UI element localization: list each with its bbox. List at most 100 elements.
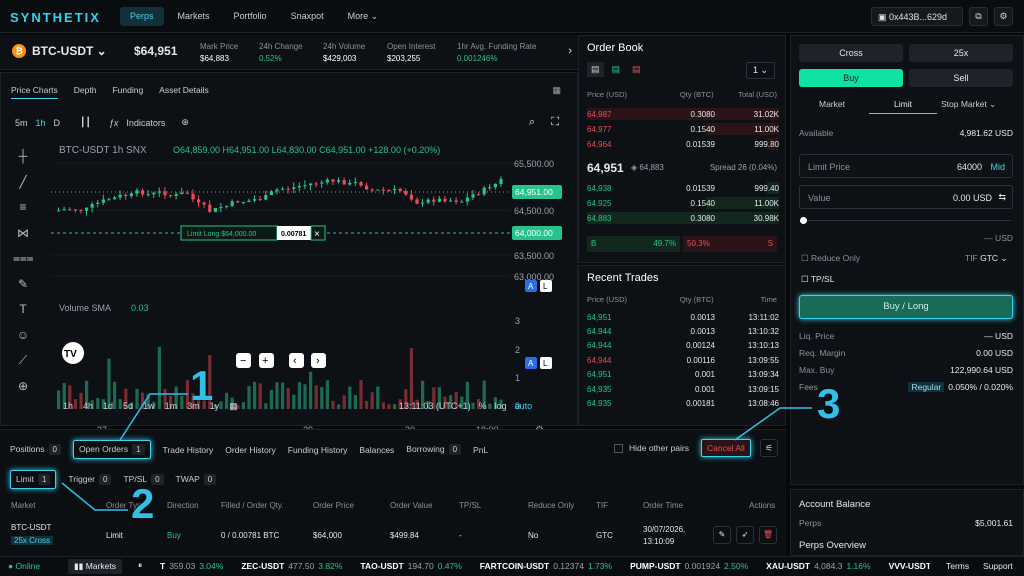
book-both-icon[interactable]: ▤ — [587, 62, 604, 77]
tab-trade-history[interactable]: Trade History — [163, 445, 214, 455]
book-group-select[interactable]: 1 ⌄ — [745, 62, 775, 79]
edit-icon[interactable]: ✎ — [713, 526, 731, 544]
mid-button[interactable]: Mid — [990, 162, 1005, 172]
type-limit[interactable]: Limit — [869, 99, 937, 114]
subtab-twap[interactable]: TWAP 0 — [176, 474, 217, 485]
book-bids-icon[interactable]: ▤ — [608, 62, 625, 77]
buy-long-button[interactable]: Buy / Long — [799, 295, 1013, 319]
fx-icon[interactable]: ƒx — [109, 118, 119, 128]
grid-icon[interactable]: ▦ — [552, 85, 561, 96]
pause-icon[interactable]: ⏸ — [138, 560, 142, 571]
subtab-limit[interactable]: Limit 1 — [10, 470, 57, 489]
chase-icon[interactable]: ➶ — [736, 526, 754, 544]
swap-icon[interactable]: ⇆ — [998, 192, 1006, 203]
indicators-button[interactable]: Indicators — [126, 118, 165, 128]
ticker-item[interactable]: ZEC-USDT 477.50 3.82% — [241, 561, 342, 571]
book-row[interactable]: 64,883 0.3080 30.98K — [587, 211, 779, 225]
nav-portfolio[interactable]: Portfolio — [224, 7, 277, 26]
tab-open-orders[interactable]: Open Orders 1 — [72, 440, 151, 459]
tpsl-checkbox[interactable]: ☐ TP/SL — [801, 274, 834, 285]
tf-d[interactable]: D — [54, 118, 61, 128]
measure-icon[interactable]: ⩶ — [13, 251, 34, 277]
range-1h[interactable]: 1h — [63, 401, 73, 412]
wallet-button[interactable]: ▣ 0x443B...629d — [871, 7, 963, 26]
book-row[interactable]: 64,938 0.01539 999.40 — [587, 181, 779, 195]
book-row[interactable]: 64,964 0.01539 999.80 — [587, 137, 779, 151]
zoom-icon[interactable]: ⌕ — [529, 116, 535, 129]
range-5d[interactable]: 5d — [123, 401, 133, 412]
range-1w[interactable]: 1w — [143, 401, 155, 412]
chevron-right-icon[interactable]: › — [568, 45, 572, 57]
tab-funding[interactable]: Funding — [112, 85, 143, 99]
close-icon[interactable]: × — [314, 229, 320, 240]
trendline-icon[interactable]: ╱ — [13, 175, 33, 201]
range-1m[interactable]: 1m — [165, 401, 178, 412]
text-icon[interactable]: T — [13, 302, 33, 328]
plus-icon[interactable]: ⊕ — [181, 117, 189, 128]
type-market[interactable]: Market — [819, 99, 845, 109]
ruler-icon[interactable]: ⟋ — [13, 353, 33, 379]
fullscreen-icon[interactable]: ⛶ — [551, 116, 559, 129]
slider-handle[interactable] — [800, 217, 807, 224]
percent-toggle[interactable]: % — [479, 401, 487, 411]
auto-toggle[interactable]: auto — [515, 401, 533, 411]
hide-other-pairs[interactable]: Hide other pairs — [614, 443, 689, 454]
fib-icon[interactable]: ≡ — [13, 200, 33, 226]
cancel-all-button[interactable]: Cancel All — [701, 439, 751, 457]
crosshair-icon[interactable]: ┼ — [13, 149, 33, 175]
pattern-icon[interactable]: ⋈ — [13, 226, 33, 252]
book-row[interactable]: 64,977 0.1540 11.00K — [587, 122, 779, 136]
pair-selector[interactable]: BTC-USDT ⌄ — [32, 44, 107, 58]
gear-icon[interactable]: ⚙ — [994, 7, 1013, 26]
tab-order-history[interactable]: Order History — [225, 445, 276, 455]
leverage-button[interactable]: 25x — [909, 44, 1013, 62]
tab-price-charts[interactable]: Price Charts — [11, 85, 58, 99]
ticker-item[interactable]: VVV-USDT12.184+ — [889, 561, 930, 571]
range-1d[interactable]: 1d — [103, 401, 113, 412]
tab-depth[interactable]: Depth — [74, 85, 97, 99]
tab-funding-history[interactable]: Funding History — [288, 445, 348, 455]
nav-markets[interactable]: Markets — [168, 7, 220, 26]
copy-icon[interactable]: ⧉ — [969, 7, 988, 26]
tf-1h[interactable]: 1h — [36, 118, 46, 128]
tif-select[interactable]: TIF GTC ⌄ — [965, 253, 1008, 264]
markets-button[interactable]: ▮▮ Markets — [68, 559, 122, 574]
candles-icon[interactable]: ┃┃ — [80, 117, 91, 128]
subtab-trigger[interactable]: Trigger 0 — [68, 474, 112, 485]
tab-balances[interactable]: Balances — [359, 445, 394, 455]
nav-perps[interactable]: Perps — [120, 7, 164, 26]
log-toggle[interactable]: log — [495, 401, 507, 411]
filter-icon[interactable]: ⚟ — [760, 439, 778, 457]
book-asks-icon[interactable]: ▤ — [628, 62, 645, 77]
range-4h[interactable]: 4h — [83, 401, 93, 412]
ticker-item[interactable]: PUMP-USDT 0.001924 2.50% — [630, 561, 748, 571]
terms-link[interactable]: Terms — [946, 561, 969, 571]
margin-mode-button[interactable]: Cross — [799, 44, 903, 62]
tab-positions[interactable]: Positions 0 — [10, 444, 61, 455]
checkbox[interactable] — [614, 444, 623, 454]
ticker-item[interactable]: FARTCOIN-USDT 0.12374 1.73% — [480, 561, 612, 571]
tab-asset-details[interactable]: Asset Details — [159, 85, 209, 99]
sell-tab[interactable]: Sell — [909, 69, 1013, 87]
book-row[interactable]: 64,925 0.1540 11.00K — [587, 196, 779, 210]
limit-price-field[interactable]: Limit Price 64000 Mid — [799, 154, 1013, 178]
support-link[interactable]: Support — [983, 561, 1013, 571]
size-slider[interactable] — [803, 220, 1011, 221]
tf-5m[interactable]: 5m — [15, 118, 28, 128]
magnify-icon[interactable]: ⊕ — [13, 379, 33, 405]
nav-snaxpot[interactable]: Snaxpot — [281, 7, 334, 26]
brush-icon[interactable]: ✎ — [13, 277, 33, 303]
emoji-icon[interactable]: ☺ — [13, 328, 33, 354]
nav-more[interactable]: More ⌄ — [338, 7, 389, 26]
ticker-item[interactable]: T 359.03 3.04% — [160, 561, 223, 571]
calendar-icon[interactable]: ▦ — [229, 401, 238, 412]
reduce-only-checkbox[interactable]: ☐ Reduce Only — [801, 253, 860, 264]
buy-tab[interactable]: Buy — [799, 69, 903, 87]
type-stop-market[interactable]: Stop Market ⌄ — [941, 99, 996, 110]
tab-pnl[interactable]: PnL — [473, 445, 488, 455]
value-field[interactable]: Value 0.00 USD ⇆ — [799, 185, 1013, 209]
logo[interactable]: SYNTHETIX — [10, 10, 101, 25]
ticker-item[interactable]: XAU-USDT 4,084.3 1.16% — [766, 561, 870, 571]
book-row[interactable]: 64,987 0.3080 31.02K — [587, 107, 779, 121]
ticker-item[interactable]: TAO-USDT 194.70 0.47% — [360, 561, 461, 571]
